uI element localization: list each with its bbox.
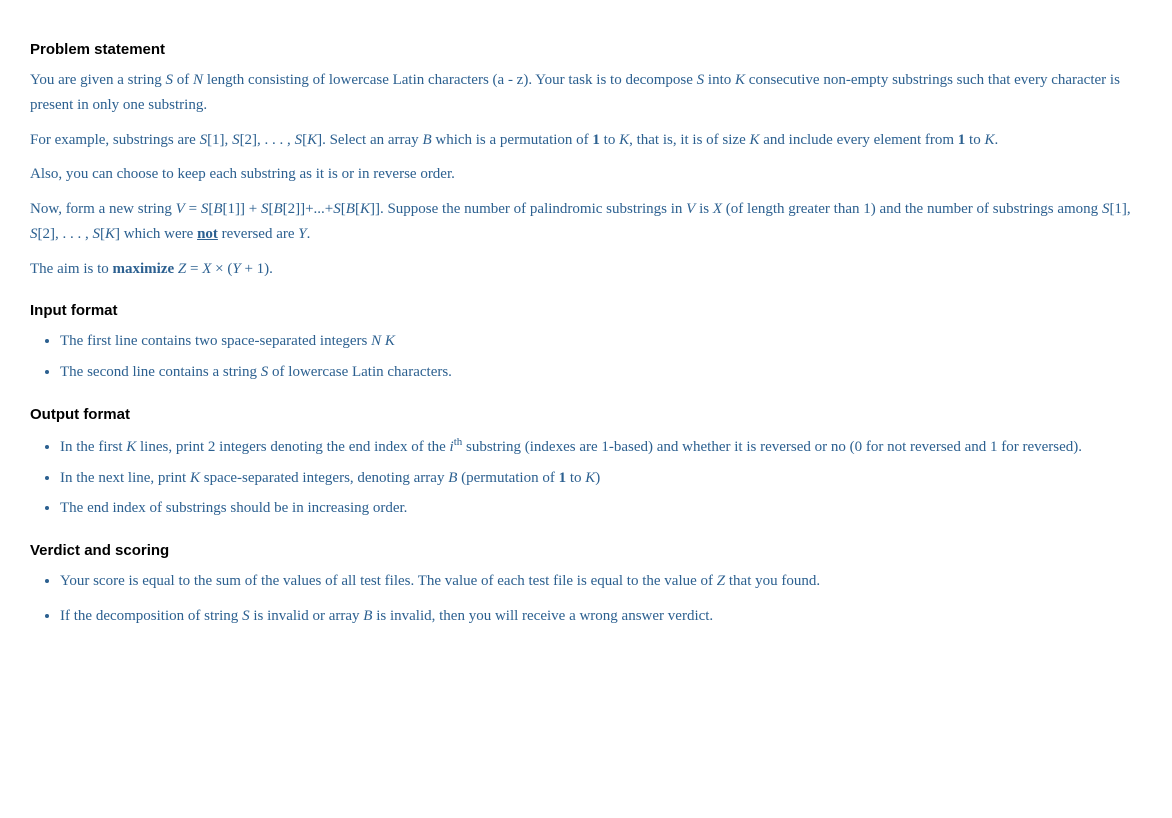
verdict-bullet-2: If the decomposition of string S is inva…	[60, 604, 1142, 629]
paragraph-2: For example, substrings are S[1], S[2], …	[30, 128, 1142, 153]
paragraph-4: Now, form a new string V = S[B[1]] + S[B…	[30, 197, 1142, 247]
paragraph-1: You are given a string S of N length con…	[30, 68, 1142, 118]
output-bullet-3: The end index of substrings should be in…	[60, 496, 1142, 521]
input-format-list: The first line contains two space-separa…	[60, 329, 1142, 385]
page-container: Problem statement You are given a string…	[30, 38, 1142, 629]
output-format-heading: Output format	[30, 403, 1142, 427]
input-bullet-1: The first line contains two space-separa…	[60, 329, 1142, 354]
output-format-list: In the first K lines, print 2 integers d…	[60, 433, 1142, 521]
paragraph-5: The aim is to maximize Z = X × (Y + 1).	[30, 257, 1142, 282]
verdict-bullet-1: Your score is equal to the sum of the va…	[60, 569, 1142, 594]
input-format-heading: Input format	[30, 299, 1142, 323]
input-bullet-2: The second line contains a string S of l…	[60, 360, 1142, 385]
verdict-scoring-heading: Verdict and scoring	[30, 539, 1142, 563]
problem-statement-heading: Problem statement	[30, 38, 1142, 62]
output-bullet-1: In the first K lines, print 2 integers d…	[60, 433, 1142, 460]
verdict-scoring-list: Your score is equal to the sum of the va…	[60, 569, 1142, 629]
paragraph-3: Also, you can choose to keep each substr…	[30, 162, 1142, 187]
output-bullet-2: In the next line, print K space-separate…	[60, 466, 1142, 491]
